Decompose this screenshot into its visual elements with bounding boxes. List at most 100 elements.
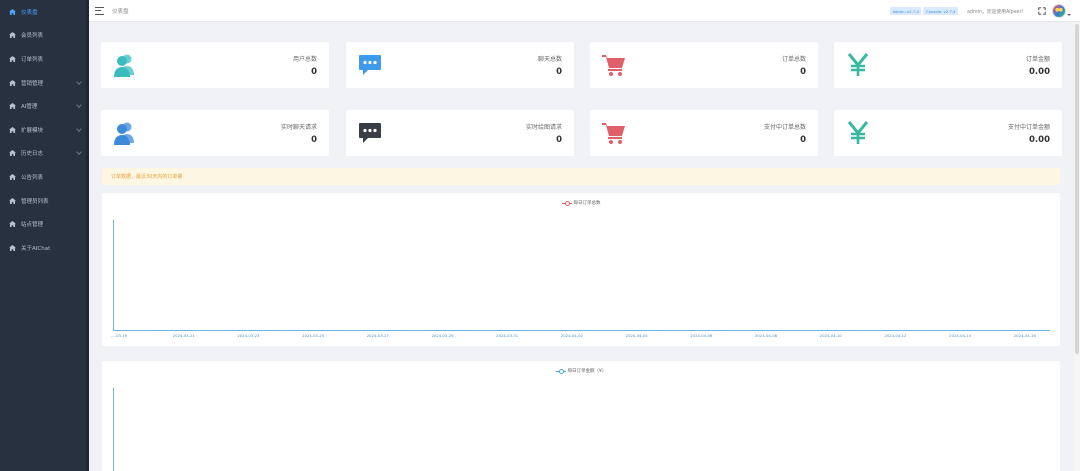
sidebar-item-label: 关于AIChat bbox=[21, 245, 51, 252]
fullscreen-icon[interactable] bbox=[1037, 7, 1046, 15]
x-tick-label: 2024-03-21 bbox=[172, 333, 195, 338]
chart-legend[interactable]: 每日订单总数 bbox=[102, 200, 1060, 206]
page-scrollbar[interactable] bbox=[1074, 22, 1080, 471]
x-tick-label: 2024-04-10 bbox=[819, 333, 842, 338]
chevron-down-icon bbox=[76, 102, 82, 109]
home-icon bbox=[8, 221, 16, 228]
stat-card[interactable]: 实时绘图请求 0 bbox=[346, 110, 574, 156]
sidebar-item-label: 管理员列表 bbox=[21, 198, 49, 205]
sidebar-item-label: 扩展模块 bbox=[21, 127, 44, 134]
chart-legend[interactable]: 每日订单金额（¥） bbox=[102, 368, 1060, 374]
shopping-cart-icon bbox=[602, 121, 626, 145]
x-tick-label: 2024-04-16 bbox=[1013, 333, 1036, 338]
chat-bubble-icon bbox=[358, 121, 382, 145]
stat-card[interactable]: 支付中订单总数 0 bbox=[590, 110, 818, 156]
stat-card[interactable]: 订单金额 0.00 bbox=[834, 42, 1062, 88]
stat-label: 实时绘图请求 bbox=[525, 124, 562, 131]
x-tick-label: 2024-04-08 bbox=[754, 333, 778, 338]
x-tick-label: …-03-19 bbox=[110, 333, 128, 338]
stat-card[interactable]: 订单总数 0 bbox=[590, 42, 818, 88]
stat-label: 支付中订单总数 bbox=[763, 124, 806, 131]
chat-bubble-icon bbox=[358, 53, 382, 77]
sidebar-item[interactable]: 营销管理 bbox=[0, 71, 89, 95]
x-tick-label: 2024-03-23 bbox=[237, 333, 260, 338]
x-tick-label: 2024-04-04 bbox=[625, 333, 648, 338]
sidebar: 仪表盘会员列表订单列表营销管理 AI管理扩展模块历史日志公告列表管理员列表站点管理… bbox=[0, 0, 89, 471]
stat-card[interactable]: 聊天总数 0 bbox=[346, 42, 574, 88]
sidebar-item-label: 公告列表 bbox=[21, 174, 44, 181]
home-icon bbox=[8, 126, 16, 133]
sidebar-item-label: 营销管理 bbox=[21, 80, 44, 87]
stat-label: 订单总数 bbox=[781, 56, 806, 63]
notice-bar: 订单数据，最近30天内的订单量 bbox=[102, 168, 1060, 185]
stat-card[interactable]: 实时聊天请求 0 bbox=[101, 110, 329, 156]
console-version-badge: Console: v2.7.4 bbox=[923, 7, 958, 15]
stat-value: 0 bbox=[800, 67, 806, 77]
sidebar-item[interactable]: 公告列表 bbox=[0, 165, 89, 189]
x-tick-label: 2024-03-31 bbox=[496, 333, 519, 338]
header-right: Admin: v2.7.4 Console: v2.7.4 admin，欢迎使用… bbox=[889, 0, 1080, 22]
chevron-down-icon[interactable] bbox=[1067, 14, 1071, 16]
sidebar-item[interactable]: 站点管理 bbox=[0, 212, 89, 236]
home-icon bbox=[8, 244, 16, 251]
home-icon bbox=[8, 55, 16, 62]
stat-label: 实时聊天请求 bbox=[280, 124, 317, 131]
stat-label: 聊天总数 bbox=[537, 56, 562, 63]
sidebar-item[interactable]: 历史日志 bbox=[0, 142, 89, 166]
x-tick-label: 2024-03-27 bbox=[366, 333, 389, 338]
breadcrumb: 仪表盘 bbox=[112, 8, 129, 15]
sidebar-item[interactable]: 管理员列表 bbox=[0, 189, 89, 213]
sidebar-item-label: 订单列表 bbox=[21, 56, 44, 63]
daily-amount-chart: 每日订单金额（¥） bbox=[102, 361, 1060, 471]
stat-card[interactable]: 用户总数 0 bbox=[101, 42, 329, 88]
stat-value: 0 bbox=[311, 67, 317, 77]
shopping-cart-icon bbox=[602, 53, 626, 77]
y-axis bbox=[113, 388, 114, 471]
scrollbar-thumb[interactable] bbox=[1075, 24, 1079, 354]
legend-label: 每日订单总数 bbox=[573, 201, 601, 206]
x-tick-label: 2024-03-29 bbox=[431, 333, 454, 338]
y-axis bbox=[113, 220, 114, 330]
home-icon bbox=[8, 103, 16, 110]
sidebar-item[interactable]: AI管理 bbox=[0, 94, 89, 118]
sidebar-item-label: 历史日志 bbox=[21, 151, 44, 158]
sidebar-scrollbar[interactable] bbox=[86, 0, 89, 471]
sidebar-item-label: 会员列表 bbox=[21, 33, 44, 40]
sidebar-item[interactable]: 扩展模块 bbox=[0, 118, 89, 142]
x-tick-label: 2024-04-06 bbox=[690, 333, 713, 338]
x-axis bbox=[113, 330, 1050, 331]
welcome-text: admin，欢迎使用AIpeer! bbox=[966, 9, 1024, 15]
yen-icon bbox=[846, 53, 870, 77]
admin-version-badge: Admin: v2.7.4 bbox=[889, 7, 922, 15]
stat-value: 0 bbox=[556, 135, 562, 145]
sidebar-item-label: AI管理 bbox=[21, 104, 38, 111]
home-icon bbox=[8, 150, 16, 157]
home-icon bbox=[8, 79, 16, 86]
legend-line-icon bbox=[555, 368, 566, 374]
sidebar-item[interactable]: 会员列表 bbox=[0, 24, 89, 48]
x-tick-label: 2024-03-25 bbox=[302, 333, 325, 338]
legend-line-icon bbox=[561, 200, 572, 206]
menu-toggle-icon[interactable] bbox=[95, 6, 104, 15]
stat-card[interactable]: 支付中订单金额 0.00 bbox=[834, 110, 1062, 156]
avatar[interactable] bbox=[1051, 4, 1066, 18]
x-tick-label: 2024-04-02 bbox=[560, 333, 583, 338]
chevron-down-icon bbox=[76, 78, 82, 85]
x-tick-label: 2024-04-14 bbox=[949, 333, 972, 338]
stat-value: 0.00 bbox=[1029, 135, 1050, 145]
stat-value: 0.00 bbox=[1029, 67, 1050, 77]
legend-label: 每日订单金额（¥） bbox=[567, 369, 607, 374]
chevron-down-icon bbox=[76, 149, 82, 156]
sidebar-item[interactable]: 订单列表 bbox=[0, 47, 89, 71]
sidebar-item[interactable]: 仪表盘 bbox=[0, 0, 89, 24]
home-icon bbox=[8, 8, 16, 15]
x-tick-label: 2024-04-12 bbox=[884, 333, 907, 338]
stat-value: 0 bbox=[311, 135, 317, 145]
users-icon bbox=[113, 121, 137, 145]
sidebar-item[interactable]: 关于AIChat bbox=[0, 236, 89, 260]
home-icon bbox=[8, 32, 16, 39]
stat-label: 支付中订单金额 bbox=[1007, 124, 1050, 131]
stat-label: 订单金额 bbox=[1025, 56, 1050, 63]
stat-value: 0 bbox=[800, 135, 806, 145]
top-header: 仪表盘 Admin: v2.7.4 Console: v2.7.4 admin，… bbox=[89, 0, 1080, 22]
